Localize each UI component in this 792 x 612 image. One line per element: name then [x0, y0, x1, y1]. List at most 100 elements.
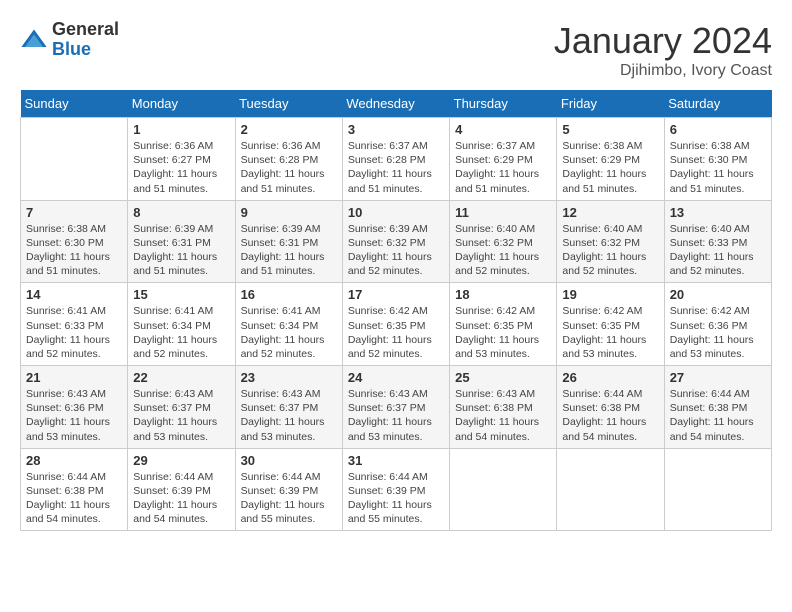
day-number: 10: [348, 205, 444, 220]
cell-info: Sunrise: 6:44 AM Sunset: 6:39 PM Dayligh…: [241, 471, 325, 526]
logo: General Blue: [20, 20, 119, 60]
cell-info: Sunrise: 6:42 AM Sunset: 6:36 PM Dayligh…: [670, 305, 754, 360]
calendar-cell: 25 Sunrise: 6:43 AM Sunset: 6:38 PM Dayli…: [450, 366, 557, 449]
cell-info: Sunrise: 6:43 AM Sunset: 6:37 PM Dayligh…: [241, 388, 325, 443]
calendar-cell: 16Sunrise: 6:41 AM Sunset: 6:34 PM Dayli…: [235, 283, 342, 366]
cell-info: Sunrise: 6:44 AM Sunset: 6:38 PM Dayligh…: [670, 388, 754, 443]
cell-info: Sunrise: 6:37 AM Sunset: 6:29 PM Dayligh…: [455, 140, 539, 195]
cell-info: Sunrise: 6:44 AM Sunset: 6:38 PM Dayligh…: [26, 471, 110, 526]
cell-info: Sunrise: 6:36 AM Sunset: 6:28 PM Dayligh…: [241, 140, 325, 195]
day-number: 6: [670, 122, 766, 137]
calendar-cell: 6 Sunrise: 6:38 AM Sunset: 6:30 PM Daylig…: [664, 118, 771, 201]
day-number: 20: [670, 287, 766, 302]
calendar-cell: 30 Sunrise: 6:44 AM Sunset: 6:39 PM Dayli…: [235, 448, 342, 531]
header-tuesday: Tuesday: [235, 90, 342, 118]
cell-info: Sunrise: 6:38 AM Sunset: 6:30 PM Dayligh…: [26, 223, 110, 278]
cell-info: Sunrise: 6:38 AM Sunset: 6:30 PM Dayligh…: [670, 140, 754, 195]
day-number: 27: [670, 370, 766, 385]
cell-info: Sunrise: 6:42 AM Sunset: 6:35 PM Dayligh…: [455, 305, 539, 360]
cell-info: Sunrise: 6:41 AM Sunset: 6:33 PM Dayligh…: [26, 305, 110, 360]
calendar-cell: 31 Sunrise: 6:44 AM Sunset: 6:39 PM Dayli…: [342, 448, 449, 531]
calendar-cell: 1 Sunrise: 6:36 AM Sunset: 6:27 PM Daylig…: [128, 118, 235, 201]
cell-info: Sunrise: 6:38 AM Sunset: 6:29 PM Dayligh…: [562, 140, 646, 195]
cell-info: Sunrise: 6:44 AM Sunset: 6:38 PM Dayligh…: [562, 388, 646, 443]
cell-info: Sunrise: 6:40 AM Sunset: 6:33 PM Dayligh…: [670, 223, 754, 278]
logo-text: General Blue: [52, 20, 119, 60]
day-number: 29: [133, 453, 229, 468]
calendar-cell: 3Sunrise: 6:37 AM Sunset: 6:28 PM Daylig…: [342, 118, 449, 201]
header-saturday: Saturday: [664, 90, 771, 118]
calendar-cell: 13 Sunrise: 6:40 AM Sunset: 6:33 PM Dayli…: [664, 200, 771, 283]
calendar-cell: 14 Sunrise: 6:41 AM Sunset: 6:33 PM Dayli…: [21, 283, 128, 366]
cell-info: Sunrise: 6:44 AM Sunset: 6:39 PM Dayligh…: [133, 471, 217, 526]
calendar-cell: 24 Sunrise: 6:43 AM Sunset: 6:37 PM Dayli…: [342, 366, 449, 449]
calendar-cell: 9 Sunrise: 6:39 AM Sunset: 6:31 PM Daylig…: [235, 200, 342, 283]
cell-info: Sunrise: 6:43 AM Sunset: 6:38 PM Dayligh…: [455, 388, 539, 443]
day-number: 28: [26, 453, 122, 468]
calendar-cell: 29 Sunrise: 6:44 AM Sunset: 6:39 PM Dayli…: [128, 448, 235, 531]
day-number: 24: [348, 370, 444, 385]
location-title: Djihimbo, Ivory Coast: [554, 62, 772, 80]
calendar-cell: 26 Sunrise: 6:44 AM Sunset: 6:38 PM Dayli…: [557, 366, 664, 449]
day-number: 15: [133, 287, 229, 302]
calendar-table: SundayMondayTuesdayWednesdayThursdayFrid…: [20, 90, 772, 531]
week-row-4: 21 Sunrise: 6:43 AM Sunset: 6:36 PM Dayli…: [21, 366, 772, 449]
logo-icon: [20, 26, 48, 54]
cell-info: Sunrise: 6:43 AM Sunset: 6:36 PM Dayligh…: [26, 388, 110, 443]
day-number: 31: [348, 453, 444, 468]
calendar-cell: 17Sunrise: 6:42 AM Sunset: 6:35 PM Dayli…: [342, 283, 449, 366]
day-number: 11: [455, 205, 551, 220]
cell-info: Sunrise: 6:42 AM Sunset: 6:35 PM Dayligh…: [562, 305, 646, 360]
cell-info: Sunrise: 6:36 AM Sunset: 6:27 PM Dayligh…: [133, 140, 217, 195]
day-number: 1: [133, 122, 229, 137]
cell-info: Sunrise: 6:43 AM Sunset: 6:37 PM Dayligh…: [348, 388, 432, 443]
day-number: 14: [26, 287, 122, 302]
day-number: 2: [241, 122, 337, 137]
calendar-cell: 10 Sunrise: 6:39 AM Sunset: 6:32 PM Dayli…: [342, 200, 449, 283]
day-number: 23: [241, 370, 337, 385]
day-number: 26: [562, 370, 658, 385]
cell-info: Sunrise: 6:39 AM Sunset: 6:32 PM Dayligh…: [348, 223, 432, 278]
week-row-5: 28 Sunrise: 6:44 AM Sunset: 6:38 PM Dayli…: [21, 448, 772, 531]
calendar-cell: 20 Sunrise: 6:42 AM Sunset: 6:36 PM Dayli…: [664, 283, 771, 366]
calendar-cell: 28 Sunrise: 6:44 AM Sunset: 6:38 PM Dayli…: [21, 448, 128, 531]
calendar-cell: 19 Sunrise: 6:42 AM Sunset: 6:35 PM Dayli…: [557, 283, 664, 366]
day-number: 19: [562, 287, 658, 302]
header-sunday: Sunday: [21, 90, 128, 118]
week-row-1: 1 Sunrise: 6:36 AM Sunset: 6:27 PM Daylig…: [21, 118, 772, 201]
calendar-header-row: SundayMondayTuesdayWednesdayThursdayFrid…: [21, 90, 772, 118]
cell-info: Sunrise: 6:43 AM Sunset: 6:37 PM Dayligh…: [133, 388, 217, 443]
day-number: 12: [562, 205, 658, 220]
cell-info: Sunrise: 6:41 AM Sunset: 6:34 PM Dayligh…: [241, 305, 325, 360]
calendar-cell: 4Sunrise: 6:37 AM Sunset: 6:29 PM Daylig…: [450, 118, 557, 201]
month-title: January 2024: [554, 20, 772, 62]
day-number: 7: [26, 205, 122, 220]
calendar-cell: 2 Sunrise: 6:36 AM Sunset: 6:28 PM Daylig…: [235, 118, 342, 201]
cell-info: Sunrise: 6:44 AM Sunset: 6:39 PM Dayligh…: [348, 471, 432, 526]
cell-info: Sunrise: 6:39 AM Sunset: 6:31 PM Dayligh…: [133, 223, 217, 278]
title-block: January 2024 Djihimbo, Ivory Coast: [554, 20, 772, 80]
header-friday: Friday: [557, 90, 664, 118]
calendar-cell: 8 Sunrise: 6:39 AM Sunset: 6:31 PM Daylig…: [128, 200, 235, 283]
calendar-cell: 15 Sunrise: 6:41 AM Sunset: 6:34 PM Dayli…: [128, 283, 235, 366]
calendar-cell: 22 Sunrise: 6:43 AM Sunset: 6:37 PM Dayli…: [128, 366, 235, 449]
calendar-cell: [664, 448, 771, 531]
day-number: 17: [348, 287, 444, 302]
calendar-cell: [21, 118, 128, 201]
day-number: 22: [133, 370, 229, 385]
cell-info: Sunrise: 6:40 AM Sunset: 6:32 PM Dayligh…: [455, 223, 539, 278]
header-wednesday: Wednesday: [342, 90, 449, 118]
day-number: 30: [241, 453, 337, 468]
calendar-cell: 23 Sunrise: 6:43 AM Sunset: 6:37 PM Dayli…: [235, 366, 342, 449]
day-number: 21: [26, 370, 122, 385]
day-number: 8: [133, 205, 229, 220]
day-number: 9: [241, 205, 337, 220]
cell-info: Sunrise: 6:40 AM Sunset: 6:32 PM Dayligh…: [562, 223, 646, 278]
day-number: 3: [348, 122, 444, 137]
cell-info: Sunrise: 6:41 AM Sunset: 6:34 PM Dayligh…: [133, 305, 217, 360]
day-number: 13: [670, 205, 766, 220]
cell-info: Sunrise: 6:39 AM Sunset: 6:31 PM Dayligh…: [241, 223, 325, 278]
calendar-cell: 18Sunrise: 6:42 AM Sunset: 6:35 PM Dayli…: [450, 283, 557, 366]
calendar-cell: 7 Sunrise: 6:38 AM Sunset: 6:30 PM Daylig…: [21, 200, 128, 283]
day-number: 25: [455, 370, 551, 385]
